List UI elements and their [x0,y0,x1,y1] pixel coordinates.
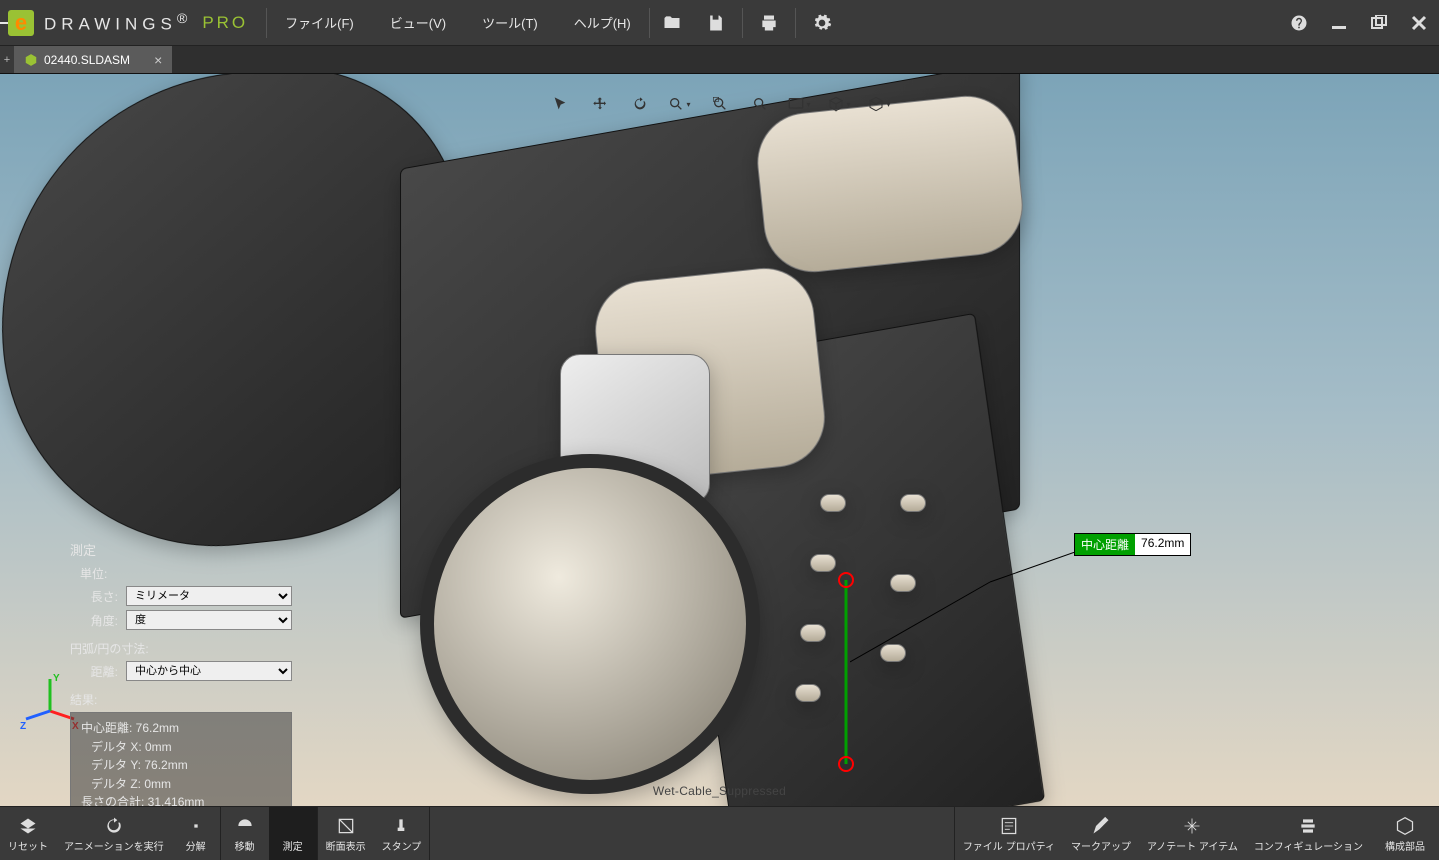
cmd-explode-label: 分解 [186,838,206,853]
results-box: 中心距離: 76.2mm デルタ X: 0mm デルタ Y: 76.2mm デル… [70,712,292,806]
cmd-components-label: 構成部品 [1385,838,1425,853]
close-tab-icon[interactable]: × [154,53,162,67]
cmd-move-label: 移動 [235,838,255,853]
menu-tools[interactable]: ツール(T) [464,0,556,45]
menu-help[interactable]: ヘルプ(H) [556,0,649,45]
close-button[interactable] [1399,0,1439,45]
view-cube-icon[interactable]: ▾ [861,90,899,118]
zoom-area-icon[interactable] [741,90,779,118]
document-tab[interactable]: 02440.SLDASM × [14,46,172,73]
select-icon[interactable] [541,90,579,118]
tab-strip: + 02440.SLDASM × [0,46,1439,74]
cmd-move[interactable]: 移動 [221,807,269,860]
logo-text: DRAWINGS [44,14,177,33]
panel-title: 測定 [70,540,292,559]
maximize-button[interactable] [1359,0,1399,45]
cmd-reset-label: リセット [8,838,48,853]
cmd-reset[interactable]: リセット [0,807,56,860]
cmd-stamp[interactable]: スタンプ [374,807,430,860]
cmd-stamp-label: スタンプ [382,838,422,853]
logo-pro: PRO [202,13,248,33]
open-icon[interactable] [650,0,694,45]
configuration-label: Wet-Cable_Suppressed [653,784,786,798]
cmd-section[interactable]: 断面表示 [318,807,374,860]
result-center: 中心距離: 76.2mm [81,719,281,738]
menu-bar: e DRAWINGS® PRO ファイル(F) ビュー(V) ツール(T) ヘル… [0,0,1439,46]
menu-view[interactable]: ビュー(V) [372,0,464,45]
viewport-3d[interactable]: ▾ ▾ ▾ ▾ 中心距離 76.2mm X Y Z 測定 単位: 長さ: ミリメ… [0,74,1439,806]
cmd-measure[interactable]: 測定 [269,807,317,860]
length-select[interactable]: ミリメータ [126,586,292,606]
cmd-config-label: コンフィギュレーション [1254,838,1363,853]
cmd-animate[interactable]: アニメーションを実行 [56,807,172,860]
menu-file[interactable]: ファイル(F) [267,0,372,45]
cmd-props-label: ファイル プロパティ [963,838,1055,853]
perspective-icon[interactable]: ▾ [821,90,859,118]
measure-panel: 測定 単位: 長さ: ミリメータ 角度: 度 円弧/円の寸法: 距離: 中心から… [70,534,292,806]
length-label: 長さ: [70,588,126,605]
cmd-config[interactable]: コンフィギュレーション [1246,807,1371,860]
command-bar: リセット アニメーションを実行 分解 移動 測定 断面表示 スタンプ ファイル … [0,806,1439,860]
print-icon[interactable] [747,0,791,45]
zoom-fit-icon[interactable] [701,90,739,118]
zoom-window-icon[interactable]: ▾ [661,90,699,118]
cmd-explode[interactable]: 分解 [172,807,220,860]
logo-reg: ® [177,11,192,27]
callout-value: 76.2mm [1135,534,1190,555]
cmd-annotate-label: アノテート アイテム [1147,838,1238,853]
arc-title: 円弧/円の寸法: [70,640,292,657]
assembly-icon [24,53,38,67]
logo-icon: e [8,10,34,36]
angle-select[interactable]: 度 [126,610,292,630]
rotate-icon[interactable] [621,90,659,118]
distance-label: 距離: [70,663,126,680]
callout-label: 中心距離 [1075,534,1135,555]
units-title: 単位: [80,565,292,582]
angle-label: 角度: [70,612,126,629]
view-toolbar: ▾ ▾ ▾ ▾ [535,88,905,120]
result-dy: デルタ Y: 76.2mm [81,756,281,775]
measurement-callout[interactable]: 中心距離 76.2mm [1075,534,1190,555]
cmd-section-label: 断面表示 [326,838,366,853]
result-dx: デルタ X: 0mm [81,738,281,757]
distance-select[interactable]: 中心から中心 [126,661,292,681]
cmd-components[interactable]: 構成部品 [1371,807,1439,860]
cmd-markup-label: マークアップ [1071,838,1131,853]
svg-text:Y: Y [53,673,60,684]
add-tab-button[interactable]: + [0,46,14,73]
result-total: 長さの合計: 31.416mm [81,793,281,806]
save-icon[interactable] [694,0,738,45]
svg-text:Z: Z [20,721,26,731]
cmd-measure-label: 測定 [283,838,303,853]
tab-label: 02440.SLDASM [44,53,130,67]
cmd-annotate[interactable]: アノテート アイテム [1139,807,1246,860]
help-icon[interactable] [1279,0,1319,45]
cmd-markup[interactable]: マークアップ [1063,807,1139,860]
minimize-button[interactable] [1319,0,1359,45]
app-logo: e DRAWINGS® PRO [0,0,266,45]
display-style-icon[interactable]: ▾ [781,90,819,118]
pan-icon[interactable] [581,90,619,118]
result-dz: デルタ Z: 0mm [81,775,281,794]
results-title: 結果: [70,691,292,708]
cmd-animate-label: アニメーションを実行 [64,838,164,853]
cmd-properties[interactable]: ファイル プロパティ [955,807,1063,860]
settings-icon[interactable] [800,0,844,45]
